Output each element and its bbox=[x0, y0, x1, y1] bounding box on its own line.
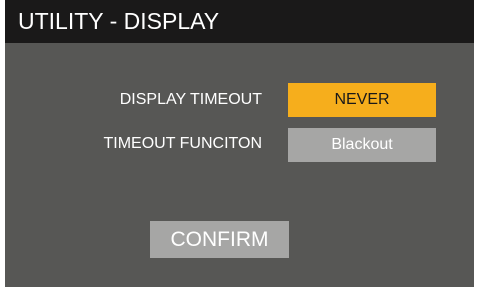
display-timeout-label: DISPLAY TIMEOUT bbox=[119, 91, 262, 108]
title-bar: UTILITY - DISPLAY bbox=[5, 0, 474, 43]
page-title: UTILITY - DISPLAY bbox=[18, 8, 220, 34]
display-utility-screen: UTILITY - DISPLAY DISPLAY TIMEOUT NEVER … bbox=[5, 0, 474, 287]
display-timeout-selector[interactable]: NEVER bbox=[288, 83, 436, 117]
timeout-function-selector[interactable]: Blackout bbox=[288, 128, 436, 162]
confirm-button[interactable]: CONFIRM bbox=[150, 221, 289, 258]
timeout-function-label: TIMEOUT FUNCITON bbox=[103, 135, 262, 152]
